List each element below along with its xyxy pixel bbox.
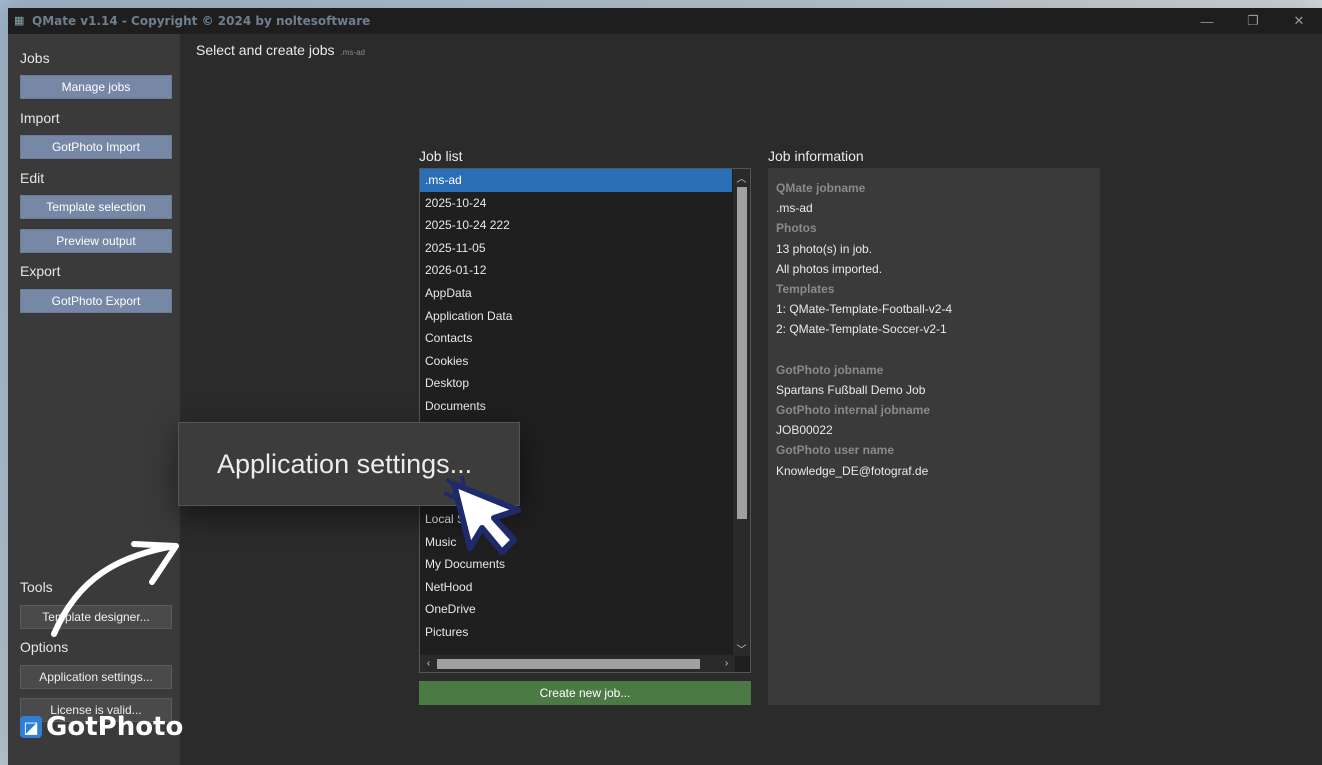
edit-heading: Edit (20, 170, 45, 186)
job-list-item[interactable]: Pictures (420, 621, 732, 644)
job-information-label: Job information (768, 148, 864, 164)
jobs-heading: Jobs (20, 50, 50, 66)
job-information-panel: QMate jobname .ms-ad Photos 13 photo(s) … (768, 168, 1100, 705)
chevron-right-icon[interactable]: › (718, 655, 735, 671)
minimize-icon[interactable]: — (1184, 8, 1230, 34)
curved-arrow-icon (51, 541, 179, 637)
page-title-text: Select and create jobs (196, 42, 335, 58)
qmate-app-icon: ▦ (14, 15, 25, 27)
template-selection-button[interactable]: Template selection (20, 195, 172, 219)
job-list-item[interactable]: 2025-10-24 222 (420, 214, 732, 237)
vertical-scrollbar[interactable]: ︿ ﹀ (733, 169, 750, 656)
horizontal-scroll-thumb[interactable] (437, 659, 700, 669)
job-list-item[interactable]: 2026-01-12 (420, 259, 732, 282)
import-heading: Import (20, 110, 60, 126)
horizontal-scrollbar[interactable]: ‹ › (420, 655, 735, 672)
close-icon[interactable]: ✕ (1276, 8, 1322, 34)
photos-status: All photos imported. (776, 261, 883, 276)
job-list-item[interactable]: AppData (420, 282, 732, 305)
job-list-items: .ms-ad 2025-10-24 2025-10-24 222 2025-11-05… (420, 169, 750, 643)
job-list[interactable]: .ms-ad 2025-10-24 2025-10-24 222 2025-11-05… (419, 168, 751, 673)
gotphoto-user-key: GotPhoto user name (776, 443, 895, 458)
application-settings-button[interactable]: Application settings... (20, 665, 172, 689)
job-list-item[interactable]: .ms-ad (420, 169, 732, 192)
job-list-item[interactable]: NetHood (420, 576, 732, 599)
photos-count: 13 photo(s) in job. (776, 241, 873, 256)
job-list-item[interactable]: 2025-11-05 (420, 237, 732, 260)
gotphoto-jobname-value: Spartans Fußball Demo Job (776, 382, 926, 397)
job-list-item[interactable]: 2025-10-24 (420, 192, 732, 215)
job-list-item[interactable]: Application Data (420, 305, 732, 328)
photos-key: Photos (776, 221, 817, 236)
gotphoto-jobname-key: GotPhoto jobname (776, 362, 884, 377)
create-new-job-button[interactable]: Create new job... (419, 681, 751, 705)
preview-output-button[interactable]: Preview output (20, 229, 172, 253)
restore-icon[interactable]: ❐ (1230, 8, 1276, 34)
mouse-pointer-icon (444, 476, 521, 555)
export-heading: Export (20, 263, 61, 279)
template-1: 1: QMate-Template-Football-v2-4 (776, 302, 953, 317)
gotphoto-user-value: Knowledge_DE@fotograf.de (776, 463, 929, 478)
chevron-left-icon[interactable]: ‹ (420, 655, 437, 671)
job-list-item[interactable]: Contacts (420, 327, 732, 350)
job-list-item[interactable]: OneDrive (420, 598, 732, 621)
job-list-item[interactable]: Desktop (420, 372, 732, 395)
job-list-item[interactable]: Cookies (420, 350, 732, 373)
job-list-item[interactable]: Documents (420, 395, 732, 418)
gotphoto-logo: ◪ GotPhoto (20, 712, 183, 742)
gotphoto-logo-text: GotPhoto (46, 712, 184, 742)
gotphoto-import-button[interactable]: GotPhoto Import (20, 135, 172, 159)
app-window: ▦ QMate v1.14 - Copyright © 2024 by nolt… (8, 8, 1322, 765)
templates-key: Templates (776, 281, 835, 296)
chevron-up-icon[interactable]: ︿ (733, 169, 750, 185)
title-bar: ▦ QMate v1.14 - Copyright © 2024 by nolt… (8, 8, 1322, 34)
options-heading: Options (20, 639, 69, 655)
gotphoto-internal-value: JOB00022 (776, 423, 833, 438)
qmate-jobname-value: .ms-ad (776, 201, 813, 216)
sidebar: Jobs Manage jobs Import GotPhoto Import … (8, 34, 180, 765)
chevron-down-icon[interactable]: ﹀ (733, 640, 750, 656)
gotphoto-logo-icon: ◪ (20, 716, 42, 738)
qmate-jobname-key: QMate jobname (776, 181, 866, 195)
job-list-label: Job list (419, 148, 463, 164)
template-2: 2: QMate-Template-Soccer-v2-1 (776, 322, 947, 337)
manage-jobs-button[interactable]: Manage jobs (20, 75, 172, 99)
window-controls: — ❐ ✕ (1184, 8, 1322, 34)
gotphoto-internal-key: GotPhoto internal jobname (776, 403, 931, 418)
page-title: Select and create jobs .ms-ad (196, 42, 365, 58)
vertical-scroll-thumb[interactable] (737, 187, 747, 519)
window-title: QMate v1.14 - Copyright © 2024 by noltes… (32, 14, 371, 28)
page-subtitle: .ms-ad (340, 48, 365, 57)
gotphoto-export-button[interactable]: GotPhoto Export (20, 289, 172, 313)
